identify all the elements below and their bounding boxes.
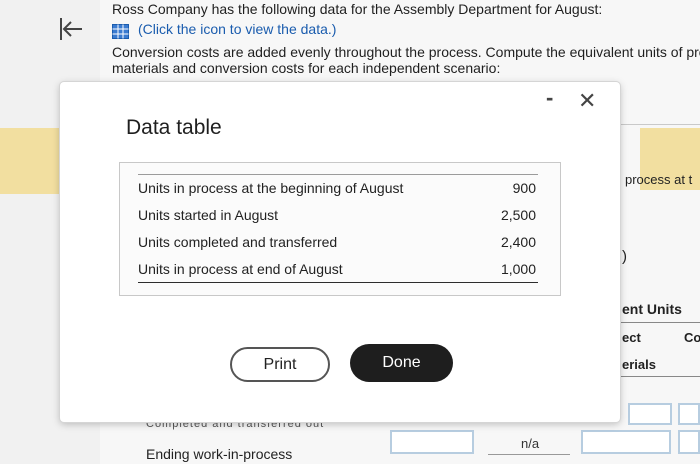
- equivalent-units-header: ent Units: [622, 301, 682, 317]
- answer-input[interactable]: [390, 430, 474, 454]
- row-label: Units in process at the beginning of Aug…: [138, 174, 489, 202]
- row-label: Units started in August: [138, 207, 279, 223]
- header-rule-2: [620, 376, 700, 377]
- modal-title: Data table: [126, 116, 222, 139]
- minimize-button[interactable]: -: [546, 87, 553, 109]
- row-value: 1,000: [489, 255, 538, 283]
- view-data-link[interactable]: (Click the icon to view the data.): [138, 21, 336, 37]
- divider: [620, 124, 700, 125]
- direct-header: ect: [622, 330, 641, 345]
- instructions-text: Conversion costs are added evenly throug…: [112, 44, 700, 60]
- answer-input[interactable]: [581, 430, 671, 454]
- paren-text: ): [622, 248, 627, 265]
- scenario-text: process at t: [625, 172, 693, 187]
- close-button[interactable]: ✕: [578, 90, 596, 112]
- table-row: Units in process at the beginning of Aug…: [138, 174, 538, 202]
- data-table-panel: Units in process at the beginning of Aug…: [119, 162, 561, 296]
- print-button[interactable]: Print: [230, 347, 330, 382]
- row-value: 900: [489, 174, 538, 202]
- row-value: 2,400: [500, 234, 536, 250]
- table-row: Units completed and transferred 2,400: [138, 229, 538, 256]
- data-table: Units in process at the beginning of Aug…: [138, 174, 538, 283]
- row-value: 2,500: [500, 207, 536, 223]
- done-button[interactable]: Done: [350, 344, 453, 382]
- intro-text: Ross Company has the following data for …: [112, 1, 603, 17]
- data-table-modal: Data table - ✕ Units in process at the b…: [60, 82, 620, 422]
- answer-input[interactable]: [678, 430, 700, 454]
- back-arrow-icon[interactable]: [56, 14, 86, 44]
- materials-header: erials: [622, 357, 656, 372]
- row-label: Units completed and transferred: [138, 234, 338, 250]
- na-value: n/a: [521, 436, 540, 451]
- na-underline: [488, 454, 570, 455]
- answer-input[interactable]: [628, 403, 672, 425]
- instructions-text-continued: materials and conversion costs for each …: [112, 60, 501, 76]
- table-row: Units in process at end of August 1,000: [138, 255, 538, 283]
- ending-wip-label: Ending work-in-process: [146, 446, 293, 462]
- left-highlight-band: [0, 128, 60, 194]
- row-label: Units in process at end of August: [138, 255, 489, 283]
- header-rule: [620, 322, 700, 323]
- answer-input[interactable]: [678, 403, 700, 425]
- conversion-header: Co: [684, 330, 700, 345]
- table-row: Units started in August 2,500: [138, 202, 538, 229]
- table-grid-icon[interactable]: [112, 24, 129, 39]
